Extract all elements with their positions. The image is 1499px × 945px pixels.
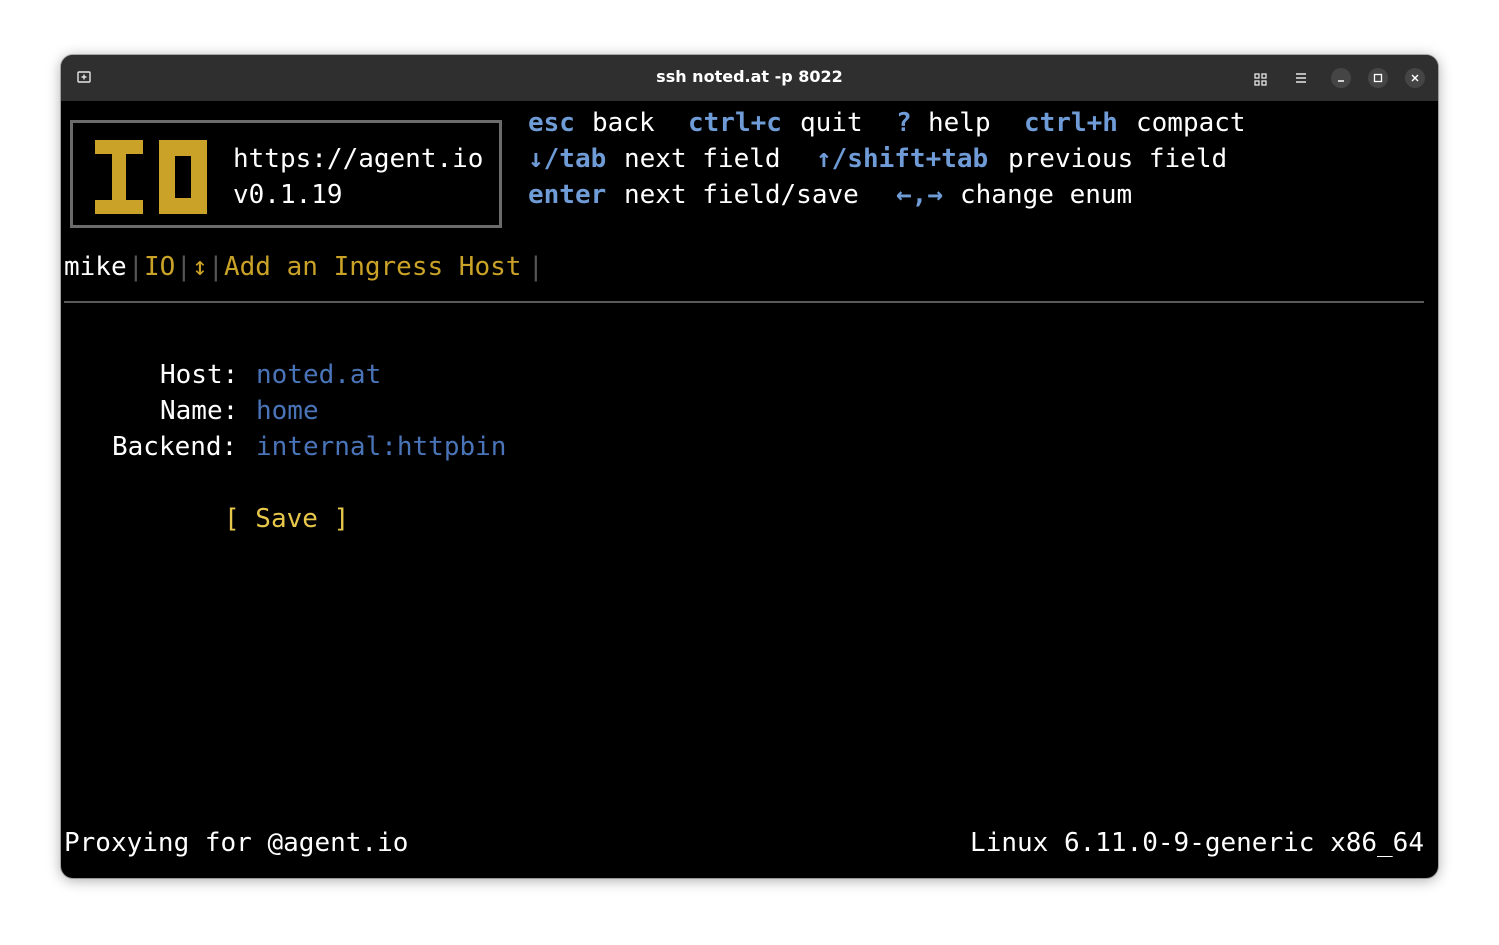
help-desc-previous-field: previous field (1008, 144, 1228, 174)
help-desc-quit: quit (800, 108, 863, 138)
help-key-up-shift-tab: ↑/shift+tab (816, 144, 989, 174)
help-key-ctrl-c: ctrl+c (688, 108, 782, 138)
help-desc-change-enum: change enum (960, 180, 1133, 210)
up-down-arrow-icon: ↕ (192, 252, 208, 282)
logo-url: https://agent.io (233, 144, 484, 174)
minimize-icon (1338, 80, 1344, 82)
breadcrumb-separator: | (176, 252, 192, 282)
help-key-enter: enter (528, 180, 607, 210)
breadcrumb-separator: | (208, 252, 224, 282)
maximize-button[interactable] (1368, 68, 1388, 88)
help-desc-next-field-save: next field/save (624, 180, 859, 210)
name-field[interactable]: home (256, 393, 319, 429)
title-bar: ssh noted.at -p 8022 (61, 55, 1438, 101)
terminal-content: https://agent.io v0.1.19 esc back ctrl+c… (61, 101, 1438, 878)
breadcrumb-user: mike (64, 252, 127, 282)
help-desc-next-field: next field (624, 144, 781, 174)
help-desc-help: help (928, 108, 991, 138)
close-button[interactable] (1405, 68, 1425, 88)
app-logo-panel: https://agent.io v0.1.19 (70, 120, 502, 228)
breadcrumb-separator: | (128, 252, 144, 282)
help-key-left-right: ←,→ (896, 180, 943, 210)
host-field[interactable]: noted.at (256, 357, 381, 393)
help-key-question: ? (896, 108, 912, 138)
host-label: Host: (160, 360, 239, 390)
breadcrumb-separator: | (528, 252, 544, 282)
window-title: ssh noted.at -p 8022 (656, 67, 843, 86)
help-key-down-tab: ↓/tab (528, 144, 607, 174)
maximize-icon (1373, 73, 1383, 83)
io-logo-icon (95, 140, 207, 214)
backend-field[interactable]: internal:httpbin (256, 429, 506, 465)
app-version: v0.1.19 (233, 180, 343, 210)
grid-view-icon[interactable] (1254, 71, 1267, 90)
hamburger-menu-icon[interactable] (1294, 70, 1308, 89)
backend-label: Backend: (112, 432, 238, 462)
header-divider (64, 301, 1424, 303)
breadcrumb-app: IO (144, 252, 176, 282)
footer-system-info: Linux 6.11.0-9-generic x86_64 (970, 828, 1424, 858)
save-button[interactable]: [ Save ] (224, 501, 349, 537)
help-desc-back: back (592, 108, 655, 138)
help-key-esc: esc (528, 108, 575, 138)
terminal-window: ssh noted.at -p 8022 https://agent.io v0… (61, 55, 1438, 878)
close-icon (1411, 74, 1419, 82)
minimize-button[interactable] (1331, 68, 1351, 88)
name-label: Name: (160, 396, 239, 426)
help-key-ctrl-h: ctrl+h (1024, 108, 1118, 138)
page-title: Add an Ingress Host (224, 252, 522, 282)
footer-proxy-status: Proxying for @agent.io (64, 828, 409, 858)
help-desc-compact: compact (1136, 108, 1246, 138)
